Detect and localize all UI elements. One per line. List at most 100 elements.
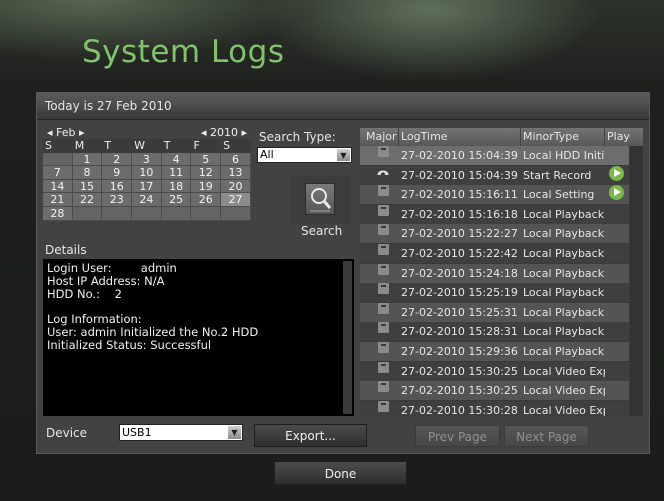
column-major[interactable]: Major [366, 128, 397, 146]
table-row[interactable]: 27-02-2010 15:28:31 Local Playback [360, 322, 629, 342]
window-title: System Logs [82, 34, 285, 70]
table-row[interactable]: 27-02-2010 15:25:31 Local Playback [360, 302, 629, 322]
log-scrollbar[interactable] [630, 146, 643, 416]
calendar-day[interactable]: 4 [161, 152, 192, 167]
table-row[interactable]: 27-02-2010 15:29:36 Local Playback [360, 342, 629, 361]
calendar-grid: S M T W T F S 1 2 3 4 5 6 7 8 9 10 11 12 13 14 15 16 17 18 19 20 21… [43, 139, 251, 221]
table-row[interactable]: 27-02-2010 15:22:42 Local Playback [360, 244, 629, 263]
log-time: 27-02-2010 15:29:36 [401, 345, 518, 358]
calendar-day[interactable]: 2 [102, 152, 133, 167]
prev-page-button[interactable]: Prev Page [415, 425, 500, 447]
table-row[interactable]: 27-02-2010 15:04:39 Local HDD Initia [360, 146, 629, 165]
table-icon [378, 146, 389, 157]
column-minortype[interactable]: MinorType [520, 128, 579, 146]
table-row[interactable]: 27-02-2010 15:30:28 Local Video Exp [360, 400, 629, 416]
play-icon[interactable] [609, 165, 624, 181]
calendar-empty-cell [43, 152, 73, 167]
done-button[interactable]: Done [274, 461, 407, 485]
calendar-empty-cell [102, 206, 133, 221]
calendar-day[interactable]: 5 [191, 152, 222, 167]
search-button-label[interactable]: Search [301, 224, 342, 238]
log-time: 27-02-2010 15:04:39 [401, 149, 518, 162]
details-box: Login User: admin Host IP Address: N/A HDD… [43, 259, 354, 416]
details-line: Login User: admin [47, 261, 177, 275]
details-label: Details [45, 243, 87, 257]
calendar-empty-cell [132, 206, 162, 221]
calendar-day[interactable]: 7 [43, 166, 73, 180]
play-icon[interactable] [609, 185, 624, 201]
search-type-select[interactable]: All ▼ [257, 147, 352, 163]
column-logtime[interactable]: LogTime [398, 128, 448, 146]
table-row[interactable]: 27-02-2010 15:22:27 Local Playback [360, 224, 629, 244]
calendar-day[interactable]: 24 [132, 193, 162, 207]
calendar-month: Feb [56, 126, 76, 139]
export-button[interactable]: Export... [254, 424, 367, 447]
calendar-day[interactable]: 22 [72, 193, 103, 207]
table-row[interactable]: 27-02-2010 15:30:25 Local Video Exp [360, 361, 629, 381]
calendar-day[interactable]: 27 [221, 193, 251, 207]
prev-year-icon[interactable]: ◂ [201, 126, 207, 139]
calendar-day[interactable]: 26 [191, 193, 222, 207]
calendar-day[interactable]: 6 [221, 152, 251, 167]
table-row[interactable]: 27-02-2010 15:04:39 Start Record [360, 165, 629, 185]
details-line: HDD No.: 2 [47, 286, 122, 301]
calendar-day[interactable]: 16 [102, 179, 133, 194]
calendar-day[interactable]: 3 [132, 152, 162, 167]
weekday-header: F [191, 139, 222, 153]
table-icon [378, 185, 389, 197]
calendar-day[interactable]: 8 [72, 166, 103, 180]
calendar-day[interactable]: 14 [43, 179, 73, 194]
log-time: 27-02-2010 15:28:31 [401, 325, 518, 339]
calendar-day[interactable]: 13 [221, 166, 251, 180]
column-play[interactable]: Play [604, 128, 630, 146]
table-row[interactable]: 27-02-2010 15:30:25 Local Video Exp [360, 381, 629, 401]
calendar-day[interactable]: 15 [72, 179, 103, 194]
log-minor-type: Local Playback [523, 227, 605, 241]
calendar-day[interactable]: 20 [221, 179, 251, 194]
search-type-value: All [260, 148, 274, 161]
next-month-icon[interactable]: ▸ [79, 126, 85, 139]
calendar-day[interactable]: 12 [191, 166, 222, 180]
weekday-header: W [132, 139, 162, 153]
eye-icon [377, 166, 389, 175]
table-icon [378, 322, 389, 334]
calendar-year: 2010 [209, 126, 238, 139]
log-time: 27-02-2010 15:24:18 [401, 266, 518, 280]
calendar-day[interactable]: 19 [191, 179, 222, 194]
details-line: Host IP Address: N/A [47, 273, 165, 288]
calendar-day[interactable]: 1 [72, 152, 103, 167]
table-icon [378, 400, 389, 412]
calendar-day[interactable]: 17 [132, 179, 162, 194]
log-minor-type: Local Playback [523, 207, 605, 221]
table-row[interactable]: 27-02-2010 15:24:18 Local Playback [360, 263, 629, 283]
prev-month-icon[interactable]: ◂ [47, 126, 53, 139]
search-type-label: Search Type: [259, 130, 336, 144]
table-icon [378, 342, 389, 353]
device-value: USB1 [122, 426, 152, 439]
details-scrollbar[interactable] [343, 261, 352, 414]
weekday-header: T [102, 139, 133, 153]
calendar-day[interactable]: 10 [132, 166, 162, 180]
table-row[interactable]: 27-02-2010 15:25:19 Local Playback [360, 283, 629, 303]
log-minor-type: Local Playback [523, 325, 605, 339]
calendar-day[interactable]: 23 [102, 193, 133, 207]
next-page-button[interactable]: Next Page [504, 425, 589, 447]
table-icon [378, 381, 389, 393]
calendar-day[interactable]: 18 [161, 179, 192, 194]
table-row[interactable]: 27-02-2010 15:16:11 Local Setting [360, 185, 629, 205]
calendar-day[interactable]: 9 [102, 166, 133, 180]
calendar-day[interactable]: 11 [161, 166, 192, 180]
calendar-day[interactable]: 21 [43, 193, 73, 207]
search-button[interactable] [291, 176, 351, 224]
table-icon [378, 361, 389, 373]
log-minor-type: Local Video Exp [523, 403, 605, 416]
table-row[interactable]: 27-02-2010 15:16:18 Local Playback [360, 204, 629, 224]
weekday-header: T [161, 139, 192, 153]
table-icon [378, 302, 389, 314]
device-select[interactable]: USB1 ▼ [119, 424, 243, 441]
calendar-day[interactable]: 25 [161, 193, 192, 207]
next-year-icon[interactable]: ▸ [241, 126, 247, 139]
calendar-day[interactable]: 28 [43, 206, 73, 221]
device-label: Device [46, 426, 88, 440]
log-time: 27-02-2010 15:25:31 [401, 305, 518, 319]
